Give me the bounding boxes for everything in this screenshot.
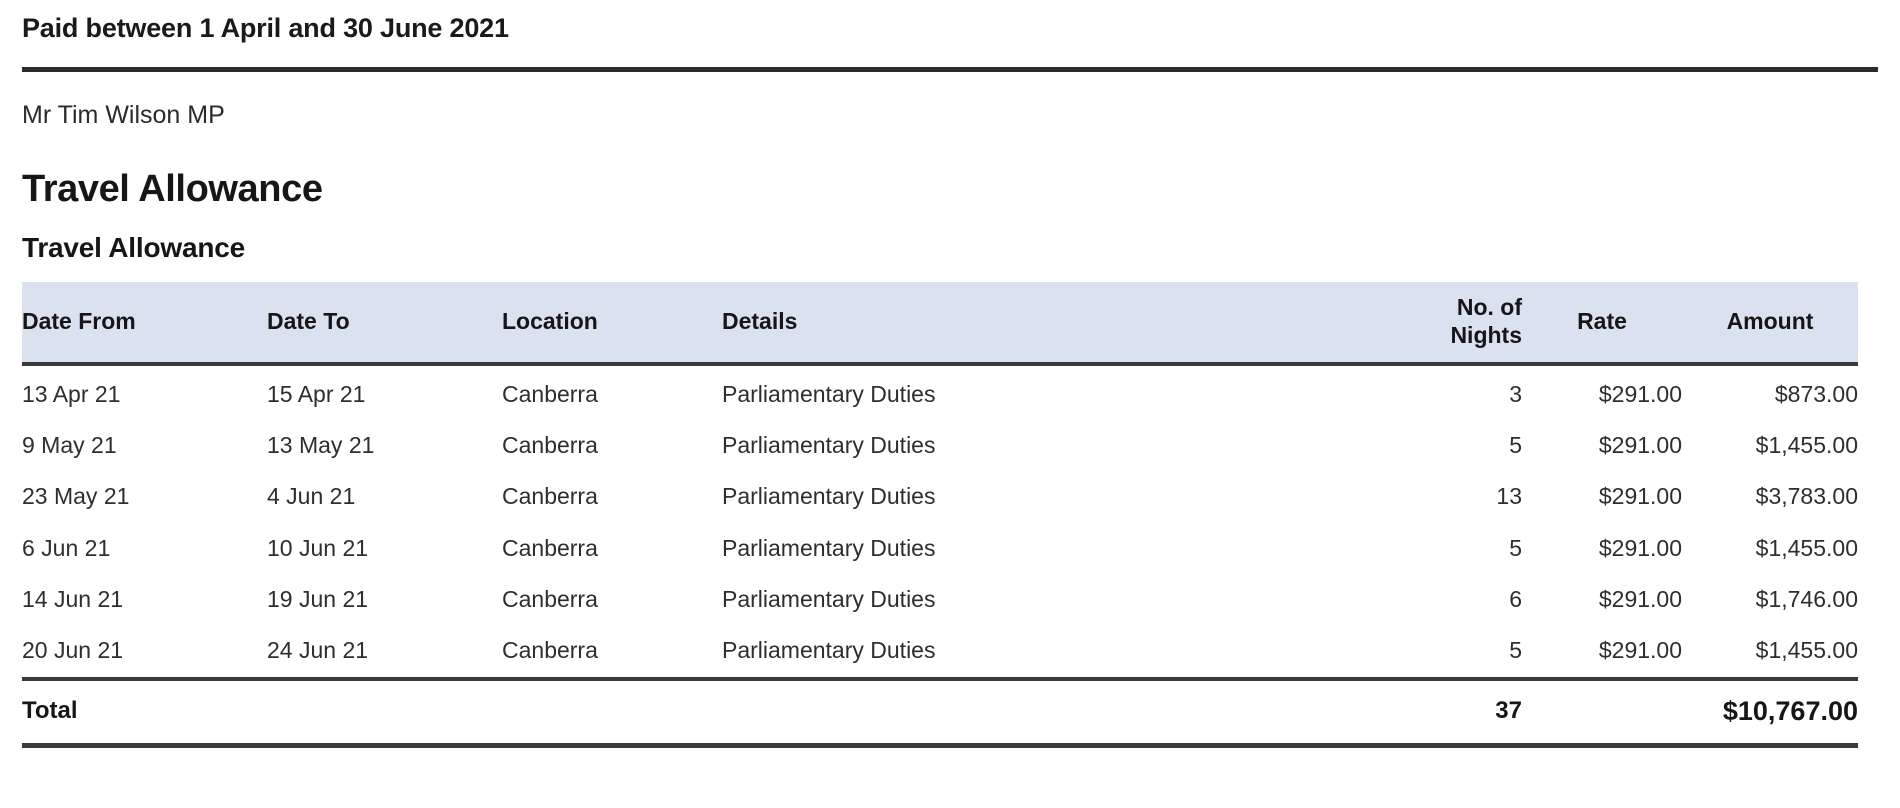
cell-nights: 6 xyxy=(1509,585,1522,612)
travel-allowance-table: Date From Date To Location Details No. o… xyxy=(22,282,1858,749)
cell-amount: $3,783.00 xyxy=(1755,483,1858,510)
cell-rate: $291.00 xyxy=(1598,483,1682,510)
column-header-location: Location xyxy=(502,282,722,366)
total-details xyxy=(722,676,1367,749)
cell-date-to: 4 Jun 21 xyxy=(267,483,356,510)
cell-location: Canberra xyxy=(502,637,598,664)
total-row: Total 37 $10,767.00 xyxy=(22,676,1858,749)
total-date-to xyxy=(267,676,502,749)
cell-location: Canberra xyxy=(502,380,598,407)
column-header-nights-line1: No. of xyxy=(1456,294,1522,321)
subsection-title: Travel Allowance xyxy=(22,232,245,264)
table-header-row: Date From Date To Location Details No. o… xyxy=(22,282,1858,366)
cell-nights: 13 xyxy=(1496,483,1522,510)
table-row: 20 Jun 21 24 Jun 21 Canberra Parliamenta… xyxy=(22,625,1858,678)
member-name: Mr Tim Wilson MP xyxy=(22,100,225,129)
column-header-nights-line2: Nights xyxy=(1450,321,1522,348)
cell-nights: 3 xyxy=(1509,380,1522,407)
table-header: Date From Date To Location Details No. o… xyxy=(22,282,1858,366)
cell-amount: $1,455.00 xyxy=(1755,637,1858,664)
header-divider xyxy=(22,66,1878,72)
cell-location: Canberra xyxy=(502,432,598,459)
table-footer: Total 37 $10,767.00 xyxy=(22,676,1858,749)
cell-rate: $291.00 xyxy=(1598,380,1682,407)
cell-rate: $291.00 xyxy=(1598,534,1682,561)
table-row: 13 Apr 21 15 Apr 21 Canberra Parliamenta… xyxy=(22,364,1858,420)
cell-location: Canberra xyxy=(502,534,598,561)
cell-details: Parliamentary Duties xyxy=(722,432,936,459)
table-row: 14 Jun 21 19 Jun 21 Canberra Parliamenta… xyxy=(22,574,1858,625)
table-body: 13 Apr 21 15 Apr 21 Canberra Parliamenta… xyxy=(22,364,1858,679)
cell-amount: $1,746.00 xyxy=(1755,585,1858,612)
cell-date-to: 19 Jun 21 xyxy=(267,585,369,612)
cell-date-from: 9 May 21 xyxy=(22,432,117,459)
cell-date-to: 24 Jun 21 xyxy=(267,637,369,664)
cell-nights: 5 xyxy=(1509,432,1522,459)
cell-date-from: 14 Jun 21 xyxy=(22,585,124,612)
column-header-amount: Amount xyxy=(1682,282,1858,366)
cell-details: Parliamentary Duties xyxy=(722,585,936,612)
cell-amount: $873.00 xyxy=(1774,380,1858,407)
cell-date-from: 23 May 21 xyxy=(22,483,130,510)
cell-details: Parliamentary Duties xyxy=(722,380,936,407)
total-nights: 37 xyxy=(1367,676,1522,749)
cell-date-to: 10 Jun 21 xyxy=(267,534,369,561)
total-rate xyxy=(1522,676,1682,749)
cell-amount: $1,455.00 xyxy=(1755,534,1858,561)
cell-date-from: 20 Jun 21 xyxy=(22,637,124,664)
cell-nights: 5 xyxy=(1509,637,1522,664)
cell-rate: $291.00 xyxy=(1598,637,1682,664)
total-location xyxy=(502,676,722,749)
cell-location: Canberra xyxy=(502,585,598,612)
section-title: Travel Allowance xyxy=(22,168,323,211)
table-row: 23 May 21 4 Jun 21 Canberra Parliamentar… xyxy=(22,471,1858,522)
column-header-rate: Rate xyxy=(1522,282,1682,366)
cell-date-from: 6 Jun 21 xyxy=(22,534,111,561)
page-title: Paid between 1 April and 30 June 2021 xyxy=(22,13,509,43)
column-header-details: Details xyxy=(722,282,1367,366)
cell-details: Parliamentary Duties xyxy=(722,534,936,561)
cell-date-to: 13 May 21 xyxy=(267,432,375,459)
cell-date-from: 13 Apr 21 xyxy=(22,380,121,407)
total-amount: $10,767.00 xyxy=(1682,676,1858,749)
cell-rate: $291.00 xyxy=(1598,432,1682,459)
allowance-report-page: Paid between 1 April and 30 June 2021 Mr… xyxy=(0,0,1900,808)
cell-details: Parliamentary Duties xyxy=(722,637,936,664)
column-header-date-from: Date From xyxy=(22,282,267,366)
cell-amount: $1,455.00 xyxy=(1755,432,1858,459)
cell-location: Canberra xyxy=(502,483,598,510)
cell-nights: 5 xyxy=(1509,534,1522,561)
cell-details: Parliamentary Duties xyxy=(722,483,936,510)
cell-rate: $291.00 xyxy=(1598,585,1682,612)
cell-date-to: 15 Apr 21 xyxy=(267,380,366,407)
table-row: 6 Jun 21 10 Jun 21 Canberra Parliamentar… xyxy=(22,523,1858,574)
total-label: Total xyxy=(22,676,267,749)
column-header-nights: No. of Nights xyxy=(1367,282,1522,366)
column-header-date-to: Date To xyxy=(267,282,502,366)
table-row: 9 May 21 13 May 21 Canberra Parliamentar… xyxy=(22,420,1858,471)
